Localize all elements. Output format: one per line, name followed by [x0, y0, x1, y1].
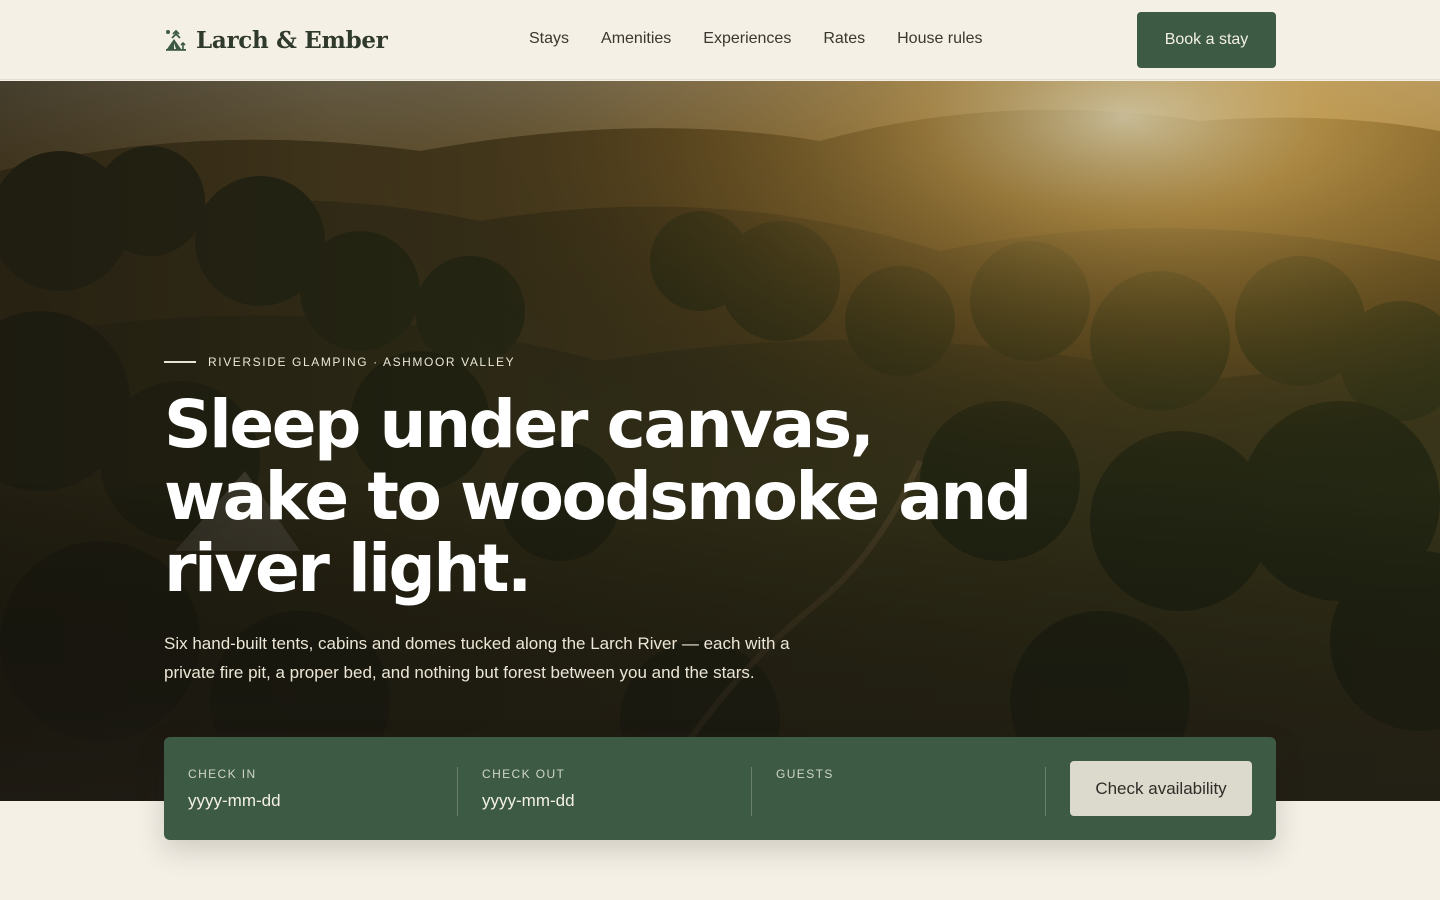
- check-in-input[interactable]: [188, 791, 408, 811]
- check-in-field: CHECK IN: [188, 767, 408, 817]
- brand-logo[interactable]: Larch & Ember: [164, 24, 388, 56]
- eyebrow-rule: [164, 361, 196, 363]
- main-nav: Stays Amenities Experiences Rates House …: [529, 28, 982, 50]
- nav-item-rates[interactable]: Rates: [823, 28, 865, 50]
- hero-subcopy: Six hand-built tents, cabins and domes t…: [164, 634, 790, 682]
- eyebrow-text: RIVERSIDE GLAMPING · ASHMOOR VALLEY: [208, 355, 516, 369]
- nav-item-stays[interactable]: Stays: [529, 28, 569, 50]
- guests-field: GUESTS: [776, 767, 996, 817]
- hero-eyebrow: RIVERSIDE GLAMPING · ASHMOOR VALLEY: [164, 355, 515, 369]
- field-divider: [1045, 767, 1046, 816]
- headline-line-3: river light.: [164, 530, 532, 607]
- nav-item-experiences[interactable]: Experiences: [703, 28, 791, 50]
- field-divider: [457, 767, 458, 816]
- site-header: Larch & Ember Stays Amenities Experience…: [0, 0, 1440, 80]
- camp-icon: [166, 29, 186, 51]
- guests-label: GUESTS: [776, 767, 834, 781]
- brand-name: Larch & Ember: [196, 26, 388, 54]
- field-divider: [751, 767, 752, 816]
- check-out-input[interactable]: [482, 791, 702, 811]
- nav-item-amenities[interactable]: Amenities: [601, 28, 671, 50]
- guests-input[interactable]: [776, 791, 996, 811]
- headline-line-1: Sleep under canvas,: [164, 386, 875, 463]
- availability-form: CHECK IN CHECK OUT GUESTS Check availabi…: [164, 737, 1276, 840]
- check-in-label: CHECK IN: [188, 767, 257, 781]
- check-out-label: CHECK OUT: [482, 767, 566, 781]
- nav-item-house-rules[interactable]: House rules: [897, 28, 982, 50]
- headline-line-2: wake to woodsmoke and: [164, 458, 1032, 535]
- check-availability-button[interactable]: Check availability: [1070, 761, 1252, 816]
- book-stay-button[interactable]: Book a stay: [1137, 12, 1276, 68]
- hero-headline: Sleep under canvas, wake to woodsmoke an…: [164, 389, 1064, 605]
- hero-section: RIVERSIDE GLAMPING · ASHMOOR VALLEY Slee…: [0, 81, 1440, 801]
- check-out-field: CHECK OUT: [482, 767, 702, 817]
